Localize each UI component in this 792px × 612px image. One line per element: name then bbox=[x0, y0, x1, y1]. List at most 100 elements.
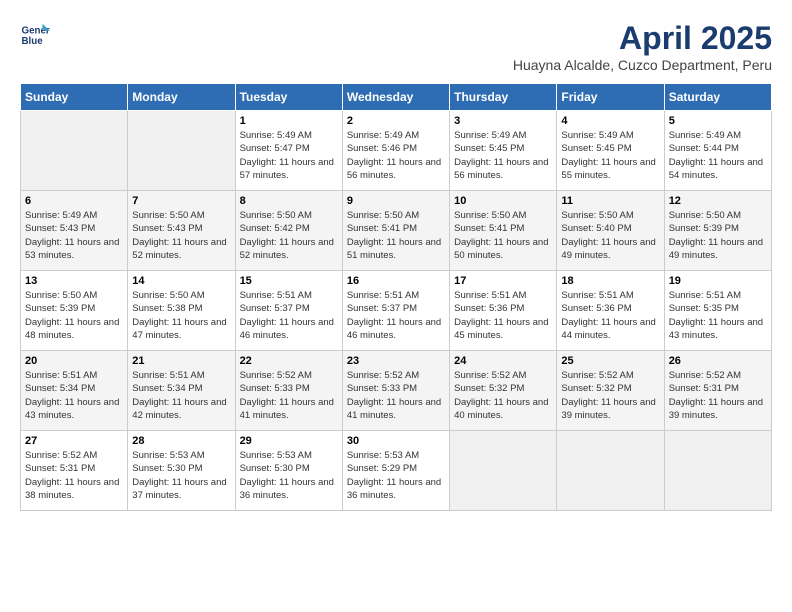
day-number: 14 bbox=[132, 275, 230, 287]
calendar-cell bbox=[128, 111, 235, 191]
cell-info: Sunrise: 5:51 AMSunset: 5:35 PMDaylight:… bbox=[669, 289, 767, 342]
cell-info: Sunrise: 5:52 AMSunset: 5:32 PMDaylight:… bbox=[454, 369, 552, 422]
calendar-cell: 19 Sunrise: 5:51 AMSunset: 5:35 PMDayligh… bbox=[664, 271, 771, 351]
day-number: 17 bbox=[454, 275, 552, 287]
day-number: 22 bbox=[240, 355, 338, 367]
cell-info: Sunrise: 5:50 AMSunset: 5:42 PMDaylight:… bbox=[240, 209, 338, 262]
week-row-1: 1 Sunrise: 5:49 AMSunset: 5:47 PMDaylight… bbox=[21, 111, 772, 191]
day-number: 11 bbox=[561, 195, 659, 207]
cell-info: Sunrise: 5:50 AMSunset: 5:39 PMDaylight:… bbox=[669, 209, 767, 262]
cell-info: Sunrise: 5:49 AMSunset: 5:44 PMDaylight:… bbox=[669, 129, 767, 182]
day-number: 27 bbox=[25, 435, 123, 447]
title-block: April 2025 Huayna Alcalde, Cuzco Departm… bbox=[513, 20, 772, 73]
calendar-cell bbox=[664, 431, 771, 511]
calendar-cell bbox=[557, 431, 664, 511]
cell-info: Sunrise: 5:51 AMSunset: 5:34 PMDaylight:… bbox=[25, 369, 123, 422]
day-number: 24 bbox=[454, 355, 552, 367]
day-header-tuesday: Tuesday bbox=[235, 84, 342, 111]
calendar-body: 1 Sunrise: 5:49 AMSunset: 5:47 PMDaylight… bbox=[21, 111, 772, 511]
calendar-cell: 15 Sunrise: 5:51 AMSunset: 5:37 PMDayligh… bbox=[235, 271, 342, 351]
cell-info: Sunrise: 5:49 AMSunset: 5:43 PMDaylight:… bbox=[25, 209, 123, 262]
day-number: 12 bbox=[669, 195, 767, 207]
cell-info: Sunrise: 5:50 AMSunset: 5:39 PMDaylight:… bbox=[25, 289, 123, 342]
day-number: 3 bbox=[454, 115, 552, 127]
calendar-cell: 4Sunrise: 5:49 AMSunset: 5:45 PMDaylight… bbox=[557, 111, 664, 191]
day-number: 2 bbox=[347, 115, 445, 127]
cell-info: Sunrise: 5:49 AMSunset: 5:45 PMDaylight:… bbox=[454, 129, 552, 182]
day-number: 25 bbox=[561, 355, 659, 367]
day-number: 20 bbox=[25, 355, 123, 367]
calendar-cell: 25 Sunrise: 5:52 AMSunset: 5:32 PMDayligh… bbox=[557, 351, 664, 431]
calendar-cell: 18 Sunrise: 5:51 AMSunset: 5:36 PMDayligh… bbox=[557, 271, 664, 351]
day-number: 18 bbox=[561, 275, 659, 287]
logo-icon: General Blue bbox=[20, 20, 50, 50]
calendar-cell: 1 Sunrise: 5:49 AMSunset: 5:47 PMDaylight… bbox=[235, 111, 342, 191]
week-row-5: 27 Sunrise: 5:52 AMSunset: 5:31 PMDayligh… bbox=[21, 431, 772, 511]
day-number: 23 bbox=[347, 355, 445, 367]
calendar-cell: 8 Sunrise: 5:50 AMSunset: 5:42 PMDaylight… bbox=[235, 191, 342, 271]
cell-info: Sunrise: 5:51 AMSunset: 5:37 PMDaylight:… bbox=[240, 289, 338, 342]
calendar-cell: 3 Sunrise: 5:49 AMSunset: 5:45 PMDaylight… bbox=[450, 111, 557, 191]
day-number: 21 bbox=[132, 355, 230, 367]
calendar-cell: 12 Sunrise: 5:50 AMSunset: 5:39 PMDayligh… bbox=[664, 191, 771, 271]
cell-info: Sunrise: 5:49 AMSunset: 5:47 PMDaylight:… bbox=[240, 129, 338, 182]
cell-info: Sunrise: 5:50 AMSunset: 5:38 PMDaylight:… bbox=[132, 289, 230, 342]
day-number: 13 bbox=[25, 275, 123, 287]
day-number: 29 bbox=[240, 435, 338, 447]
calendar-cell: 30 Sunrise: 5:53 AMSunset: 5:29 PMDayligh… bbox=[342, 431, 449, 511]
cell-info: Sunrise: 5:50 AMSunset: 5:43 PMDaylight:… bbox=[132, 209, 230, 262]
calendar-cell: 24 Sunrise: 5:52 AMSunset: 5:32 PMDayligh… bbox=[450, 351, 557, 431]
day-header-saturday: Saturday bbox=[664, 84, 771, 111]
cell-info: Sunrise: 5:52 AMSunset: 5:33 PMDaylight:… bbox=[240, 369, 338, 422]
cell-info: Sunrise: 5:51 AMSunset: 5:36 PMDaylight:… bbox=[454, 289, 552, 342]
calendar-cell bbox=[450, 431, 557, 511]
day-number: 10 bbox=[454, 195, 552, 207]
calendar-cell: 21 Sunrise: 5:51 AMSunset: 5:34 PMDayligh… bbox=[128, 351, 235, 431]
calendar-cell: 10 Sunrise: 5:50 AMSunset: 5:41 PMDayligh… bbox=[450, 191, 557, 271]
svg-text:Blue: Blue bbox=[22, 36, 44, 47]
cell-info: Sunrise: 5:50 AMSunset: 5:41 PMDaylight:… bbox=[347, 209, 445, 262]
cell-info: Sunrise: 5:53 AMSunset: 5:30 PMDaylight:… bbox=[132, 449, 230, 502]
cell-info: Sunrise: 5:52 AMSunset: 5:33 PMDaylight:… bbox=[347, 369, 445, 422]
calendar-cell: 11Sunrise: 5:50 AMSunset: 5:40 PMDayligh… bbox=[557, 191, 664, 271]
calendar-cell: 23 Sunrise: 5:52 AMSunset: 5:33 PMDayligh… bbox=[342, 351, 449, 431]
calendar-cell: 28 Sunrise: 5:53 AMSunset: 5:30 PMDayligh… bbox=[128, 431, 235, 511]
header: General Blue April 2025 Huayna Alcalde, … bbox=[20, 20, 772, 73]
day-number: 30 bbox=[347, 435, 445, 447]
calendar-cell bbox=[21, 111, 128, 191]
day-header-sunday: Sunday bbox=[21, 84, 128, 111]
cell-info: Sunrise: 5:51 AMSunset: 5:37 PMDaylight:… bbox=[347, 289, 445, 342]
day-number: 8 bbox=[240, 195, 338, 207]
day-number: 28 bbox=[132, 435, 230, 447]
calendar-cell: 6 Sunrise: 5:49 AMSunset: 5:43 PMDaylight… bbox=[21, 191, 128, 271]
day-header-thursday: Thursday bbox=[450, 84, 557, 111]
week-row-3: 13 Sunrise: 5:50 AMSunset: 5:39 PMDayligh… bbox=[21, 271, 772, 351]
cell-info: Sunrise: 5:50 AMSunset: 5:41 PMDaylight:… bbox=[454, 209, 552, 262]
day-number: 1 bbox=[240, 115, 338, 127]
calendar-cell: 5 Sunrise: 5:49 AMSunset: 5:44 PMDaylight… bbox=[664, 111, 771, 191]
cell-info: Sunrise: 5:53 AMSunset: 5:29 PMDaylight:… bbox=[347, 449, 445, 502]
cell-info: Sunrise: 5:52 AMSunset: 5:32 PMDaylight:… bbox=[561, 369, 659, 422]
cell-info: Sunrise: 5:49 AMSunset: 5:45 PMDaylight:… bbox=[561, 129, 659, 182]
cell-info: Sunrise: 5:52 AMSunset: 5:31 PMDaylight:… bbox=[669, 369, 767, 422]
cell-info: Sunrise: 5:51 AMSunset: 5:34 PMDaylight:… bbox=[132, 369, 230, 422]
month-year-title: April 2025 bbox=[513, 20, 772, 57]
calendar-cell: 2 Sunrise: 5:49 AMSunset: 5:46 PMDaylight… bbox=[342, 111, 449, 191]
calendar-cell: 7 Sunrise: 5:50 AMSunset: 5:43 PMDaylight… bbox=[128, 191, 235, 271]
week-row-2: 6 Sunrise: 5:49 AMSunset: 5:43 PMDaylight… bbox=[21, 191, 772, 271]
day-header-monday: Monday bbox=[128, 84, 235, 111]
cell-info: Sunrise: 5:51 AMSunset: 5:36 PMDaylight:… bbox=[561, 289, 659, 342]
calendar-cell: 13 Sunrise: 5:50 AMSunset: 5:39 PMDayligh… bbox=[21, 271, 128, 351]
day-header-wednesday: Wednesday bbox=[342, 84, 449, 111]
day-number: 15 bbox=[240, 275, 338, 287]
day-number: 5 bbox=[669, 115, 767, 127]
cell-info: Sunrise: 5:49 AMSunset: 5:46 PMDaylight:… bbox=[347, 129, 445, 182]
logo: General Blue bbox=[20, 20, 54, 50]
calendar-cell: 9Sunrise: 5:50 AMSunset: 5:41 PMDaylight… bbox=[342, 191, 449, 271]
day-number: 6 bbox=[25, 195, 123, 207]
calendar-cell: 20 Sunrise: 5:51 AMSunset: 5:34 PMDayligh… bbox=[21, 351, 128, 431]
day-number: 19 bbox=[669, 275, 767, 287]
location-subtitle: Huayna Alcalde, Cuzco Department, Peru bbox=[513, 57, 772, 73]
cell-info: Sunrise: 5:52 AMSunset: 5:31 PMDaylight:… bbox=[25, 449, 123, 502]
day-number: 7 bbox=[132, 195, 230, 207]
